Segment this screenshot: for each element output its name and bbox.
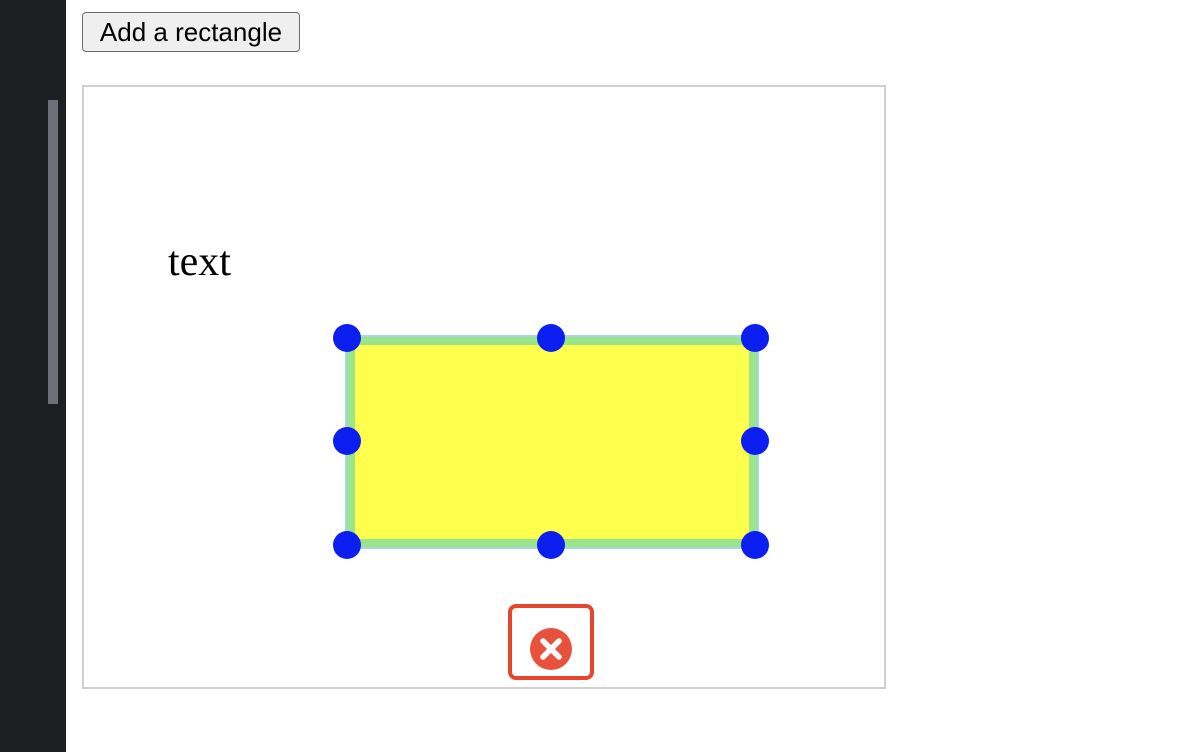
selected-rectangle[interactable] bbox=[345, 335, 759, 549]
add-rectangle-button[interactable]: Add a rectangle bbox=[82, 12, 300, 52]
resize-handle-right[interactable] bbox=[741, 427, 769, 455]
panel-scrollbar[interactable] bbox=[48, 100, 58, 404]
resize-handle-bottom-left[interactable] bbox=[333, 531, 361, 559]
close-circle-icon bbox=[530, 628, 572, 670]
resize-handle-left[interactable] bbox=[333, 427, 361, 455]
canvas-text-element[interactable]: text bbox=[168, 241, 231, 283]
resize-handle-bottom-right[interactable] bbox=[741, 531, 769, 559]
delete-shape-button[interactable] bbox=[508, 604, 594, 680]
resize-handle-bottom[interactable] bbox=[537, 531, 565, 559]
drawing-canvas[interactable]: text bbox=[82, 85, 886, 689]
resize-handle-top[interactable] bbox=[537, 324, 565, 352]
resize-handle-top-right[interactable] bbox=[741, 324, 769, 352]
resize-handle-top-left[interactable] bbox=[333, 324, 361, 352]
left-side-panel bbox=[0, 0, 66, 752]
